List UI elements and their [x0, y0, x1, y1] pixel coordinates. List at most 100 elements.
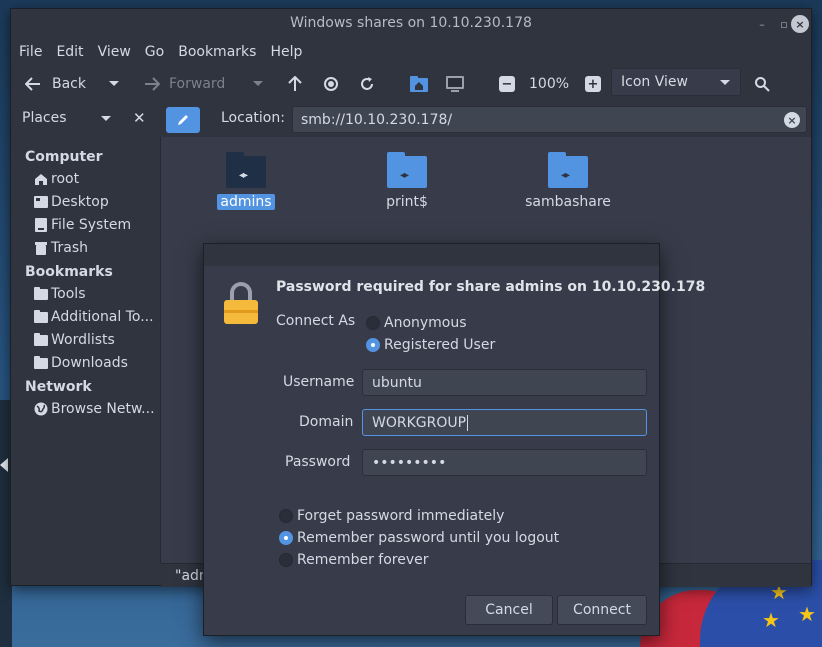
menu-go[interactable]: Go	[145, 44, 164, 60]
stop-button[interactable]	[323, 73, 339, 95]
sidebar-item-tools[interactable]: Tools	[33, 286, 158, 302]
share-name: admins	[217, 194, 275, 210]
username-field[interactable]: ubuntu	[362, 369, 647, 396]
clear-location-icon[interactable]: ×	[784, 112, 800, 128]
titlebar[interactable]: Windows shares on 10.10.230.178 – ▫ ×	[11, 9, 811, 39]
share-item-admins[interactable]: ◂▸ admins	[191, 152, 301, 210]
password-value: •••••••••	[372, 454, 447, 471]
plus-icon: +	[585, 76, 601, 92]
radio-registered-user[interactable]: Registered User	[366, 337, 495, 353]
menu-bookmarks[interactable]: Bookmarks	[178, 44, 256, 60]
cancel-button[interactable]: Cancel	[465, 595, 553, 625]
location-bar: Places ✕ Location: smb://10.10.230.178/ …	[11, 103, 811, 137]
desktop-arrow-icon	[0, 458, 8, 472]
chevron-down-icon	[720, 80, 730, 85]
close-icon[interactable]: ×	[791, 15, 809, 33]
radio-indicator	[366, 316, 380, 330]
radio-indicator	[279, 531, 293, 545]
domain-field[interactable]: WORKGROUP	[362, 409, 647, 436]
home-button[interactable]	[409, 73, 429, 95]
sidebar-item-browse-network[interactable]: Browse Netw...	[33, 401, 158, 417]
lock-icon	[224, 282, 258, 324]
stop-icon	[324, 77, 338, 91]
connect-button[interactable]: Connect	[557, 595, 647, 625]
zoom-out-button[interactable]: −	[499, 73, 515, 95]
menu-edit[interactable]: Edit	[56, 44, 83, 60]
arrow-right-icon	[145, 77, 160, 91]
reload-button[interactable]	[359, 73, 375, 95]
sidebar-item-label: Wordlists	[51, 332, 115, 348]
back-button[interactable]: Back	[25, 73, 86, 95]
network-globe-icon	[33, 402, 48, 416]
sidebar-item-label: Tools	[51, 286, 86, 302]
sidebar-item-label: Downloads	[51, 355, 128, 371]
radio-label: Anonymous	[384, 315, 467, 331]
radio-indicator	[279, 553, 293, 567]
menu-file[interactable]: File	[19, 44, 42, 60]
network-folder-icon: ◂▸	[226, 152, 266, 188]
password-dialog: Password required for share admins on 10…	[203, 243, 705, 636]
minus-icon: −	[499, 76, 515, 92]
menu-view[interactable]: View	[98, 44, 131, 60]
location-input[interactable]: smb://10.10.230.178/ ×	[292, 106, 807, 133]
forward-button[interactable]: Forward	[144, 73, 225, 95]
pencil-icon	[178, 115, 188, 125]
forward-history-caret-icon[interactable]	[253, 81, 263, 86]
view-mode-select[interactable]: Icon View	[611, 68, 741, 96]
folder-icon	[33, 355, 48, 370]
radio-indicator	[279, 509, 293, 523]
sidebar-section-computer: Computer	[25, 149, 103, 165]
dialog-titlebar[interactable]	[204, 244, 659, 266]
sidebar-item-label: Desktop	[51, 194, 109, 210]
radio-forget-immediately[interactable]: Forget password immediately	[279, 508, 504, 524]
sidebar-item-wordlists[interactable]: Wordlists	[33, 332, 158, 348]
username-value: ubuntu	[372, 374, 422, 391]
computer-button[interactable]	[445, 73, 465, 95]
back-history-caret-icon[interactable]	[109, 81, 119, 86]
sidebar-item-additional-tools[interactable]: Additional To...	[33, 309, 158, 325]
forward-label: Forward	[169, 76, 226, 92]
radio-remember-until-logout[interactable]: Remember password until you logout	[279, 530, 559, 546]
sidebar-item-file-system[interactable]: File System	[33, 217, 158, 233]
reload-icon	[361, 77, 373, 90]
menu-help[interactable]: Help	[270, 44, 302, 60]
zoom-in-button[interactable]: +	[585, 73, 601, 95]
share-name: print$	[386, 194, 428, 210]
share-name: sambashare	[525, 194, 611, 210]
minimize-icon[interactable]: –	[753, 15, 771, 33]
share-item-sambashare[interactable]: ◂▸ sambashare	[513, 152, 623, 210]
desktop-icon	[33, 195, 48, 209]
view-mode-value: Icon View	[621, 74, 688, 90]
radio-label: Remember password until you logout	[297, 530, 560, 546]
sidebar-item-downloads[interactable]: Downloads	[33, 355, 158, 371]
toolbar: Back Forward − 100% + Icon View	[11, 65, 811, 103]
domain-value: WORKGROUP	[372, 414, 467, 431]
home-icon	[33, 172, 48, 186]
radio-indicator	[366, 338, 380, 352]
text-cursor	[467, 414, 469, 431]
star-icon: ★	[762, 608, 780, 632]
sidebar-item-desktop[interactable]: Desktop	[33, 194, 158, 210]
radio-anonymous[interactable]: Anonymous	[366, 315, 467, 331]
computer-icon	[446, 76, 464, 92]
close-sidebar-icon[interactable]: ✕	[133, 109, 146, 127]
search-button[interactable]	[754, 73, 770, 95]
up-button[interactable]	[288, 73, 302, 95]
sidebar-item-root[interactable]: root	[33, 171, 158, 187]
window-title: Windows shares on 10.10.230.178	[290, 15, 532, 31]
drive-icon	[33, 218, 48, 232]
folder-icon	[33, 309, 48, 324]
domain-label: Domain	[299, 414, 354, 430]
sidebar-mode-caret-icon[interactable]	[101, 116, 111, 121]
toggle-location-edit-button[interactable]	[166, 107, 200, 133]
share-item-print[interactable]: ◂▸ print$	[352, 152, 462, 210]
sidebar-item-label: Trash	[51, 240, 88, 256]
radio-label: Remember forever	[297, 552, 429, 568]
sidebar-section-bookmarks: Bookmarks	[25, 264, 113, 280]
password-field[interactable]: •••••••••	[362, 449, 647, 476]
arrow-up-icon	[288, 76, 302, 91]
sidebar-section-network: Network	[25, 379, 92, 395]
radio-remember-forever[interactable]: Remember forever	[279, 552, 429, 568]
folder-icon	[33, 286, 48, 301]
sidebar-item-trash[interactable]: Trash	[33, 240, 158, 256]
